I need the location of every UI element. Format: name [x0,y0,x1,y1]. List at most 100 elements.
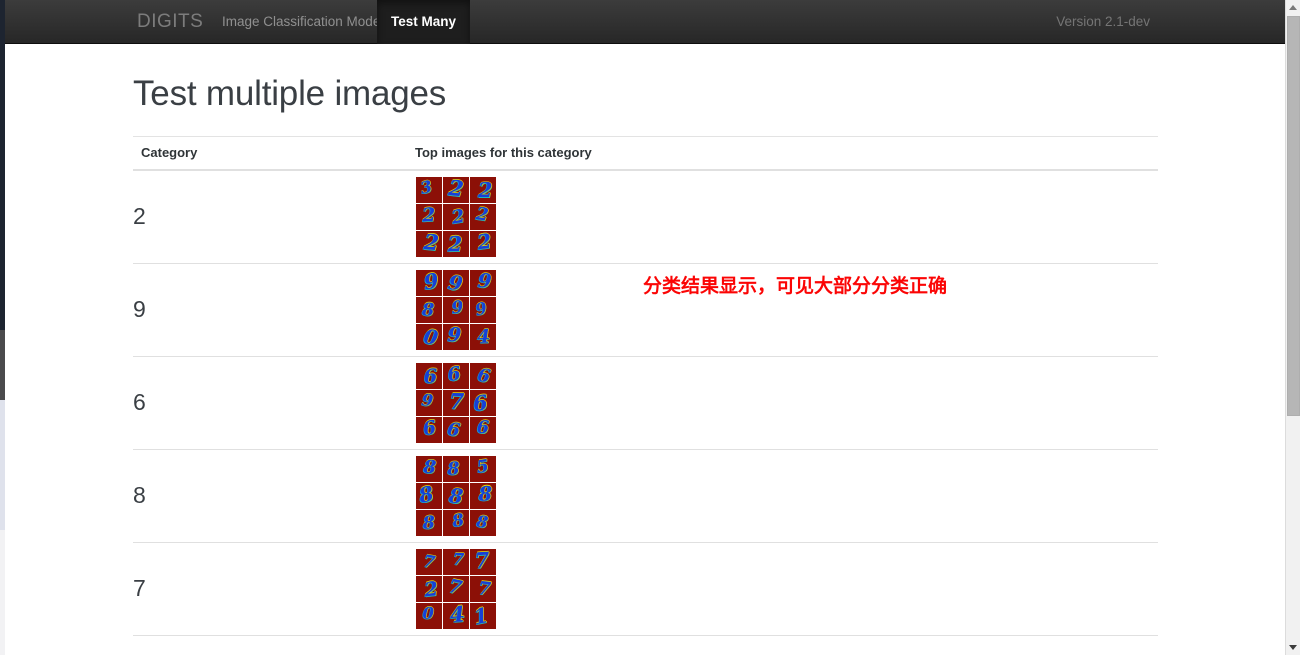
digit-image-tile[interactable]: 7 [470,548,496,575]
digit-glyph: 2 [450,205,467,229]
scroll-up-arrow-icon[interactable] [1289,5,1297,10]
version-label: Version 2.1-dev [1056,14,1150,29]
digit-image-tile[interactable]: 6 [443,416,469,443]
annotation-classification-result: 分类结果显示，可见大部分分类正确 [643,275,948,297]
digit-glyph: 8 [447,483,465,509]
digit-image-tile[interactable]: 8 [470,509,496,536]
digit-image-tile[interactable]: 7 [443,575,469,602]
digit-glyph: 2 [474,203,490,226]
digit-glyph: 8 [475,511,490,532]
digit-image-tile[interactable]: 9 [470,269,496,296]
digit-glyph: 2 [475,230,493,255]
digit-image-tile[interactable]: 8 [443,509,469,536]
digit-glyph: 9 [422,269,440,295]
digit-image-tile[interactable]: 9 [416,389,442,416]
digit-glyph: 6 [446,362,463,386]
digit-image-tile[interactable]: 9 [470,296,496,323]
digit-glyph: 2 [423,577,440,602]
digit-image-tile[interactable]: 9 [443,323,469,350]
digit-image-tile[interactable]: 9 [443,269,469,296]
digit-glyph: 9 [446,270,465,296]
digit-image-tile[interactable]: 2 [443,176,469,203]
column-header-category: Category [133,136,415,171]
digit-image-tile[interactable]: 4 [443,602,469,629]
table-header-row: Category Top images for this category [133,136,1158,171]
top-navbar: DIGITS Image Classification Model Test M… [0,0,1285,44]
vertical-scrollbar[interactable] [1285,0,1300,655]
digit-image-tile[interactable]: 9 [443,296,469,323]
digit-glyph: 8 [422,455,438,478]
digit-image-tile[interactable]: 7 [443,389,469,416]
digit-glyph: 6 [472,390,489,416]
digit-image-tile[interactable]: 0 [416,323,442,350]
table-row: 7777277041 [133,542,1158,636]
digit-image-tile[interactable]: 6 [470,362,496,389]
digit-image-tile[interactable]: 6 [470,416,496,443]
cell-top-images: 777277041 [415,542,1158,636]
digit-glyph: 7 [452,549,465,569]
digit-image-tile[interactable]: 7 [443,548,469,575]
digit-image-tile[interactable]: 8 [416,455,442,482]
digit-image-tile[interactable]: 0 [416,602,442,629]
digit-image-tile[interactable]: 8 [470,482,496,509]
digit-image-tile[interactable]: 2 [416,203,442,230]
window-edge-strip [0,0,5,655]
digit-glyph: 8 [422,511,436,533]
digit-glyph: 7 [446,575,465,599]
cell-category: 8 [133,449,415,543]
digit-glyph: 8 [478,482,493,505]
digit-image-tile[interactable]: 3 [416,176,442,203]
table-row: 6666976666 [133,356,1158,450]
digit-image-tile[interactable]: 2 [470,176,496,203]
cell-top-images: 322222222 [415,170,1158,264]
digit-image-tile[interactable]: 8 [443,455,469,482]
digit-image-tile[interactable]: 5 [470,455,496,482]
digit-image-tile[interactable]: 9 [416,269,442,296]
nav-item-image-classification-model[interactable]: Image Classification Model [208,0,397,44]
window-edge-strip-inner [5,44,9,655]
digit-image-grid: 777277041 [416,548,496,629]
digit-glyph: 2 [422,230,441,256]
table-row: 8885888888 [133,449,1158,543]
digit-image-tile[interactable]: 7 [470,575,496,602]
digit-glyph: 8 [416,482,436,508]
digit-glyph: 6 [445,417,462,441]
digit-image-tile[interactable]: 8 [416,296,442,323]
digit-image-grid: 885888888 [416,455,496,536]
digit-image-tile[interactable]: 8 [416,509,442,536]
digit-glyph: 5 [475,455,491,477]
digit-image-grid: 999899094 [416,269,496,350]
scrollbar-thumb[interactable] [1287,16,1300,416]
digit-image-tile[interactable]: 7 [416,548,442,575]
digit-image-tile[interactable]: 2 [416,575,442,602]
digit-image-tile[interactable]: 6 [416,416,442,443]
digit-glyph: 7 [449,389,465,414]
digit-image-tile[interactable]: 2 [443,203,469,230]
nav-item-test-many[interactable]: Test Many [377,0,471,44]
digit-glyph: 2 [447,232,463,257]
digit-image-tile[interactable]: 8 [416,482,442,509]
digit-image-tile[interactable]: 1 [470,602,496,629]
digit-glyph: 8 [421,298,435,320]
digit-image-tile[interactable]: 2 [470,203,496,230]
digit-glyph: 8 [450,509,466,531]
scroll-down-arrow-icon[interactable] [1289,645,1297,650]
digit-image-tile[interactable]: 6 [470,389,496,416]
digit-image-tile[interactable]: 8 [443,482,469,509]
table-body: 2322222222999989909466669766668885888888… [133,170,1158,636]
digit-image-tile[interactable]: 2 [416,230,442,257]
cell-category: 7 [133,542,415,636]
digit-glyph: 9 [446,323,463,347]
digit-image-tile[interactable]: 6 [443,362,469,389]
digit-image-tile[interactable]: 4 [470,323,496,350]
digit-glyph: 9 [476,269,493,293]
digit-image-tile[interactable]: 2 [443,230,469,257]
digit-glyph: 6 [476,416,490,438]
digit-glyph: 2 [421,203,437,227]
digit-image-tile[interactable]: 6 [416,362,442,389]
digit-image-tile[interactable]: 2 [470,230,496,257]
page-title: Test multiple images [133,74,447,113]
digit-glyph: 6 [475,363,493,387]
cell-category: 9 [133,263,415,357]
brand-digits-link[interactable]: DIGITS [133,0,207,44]
